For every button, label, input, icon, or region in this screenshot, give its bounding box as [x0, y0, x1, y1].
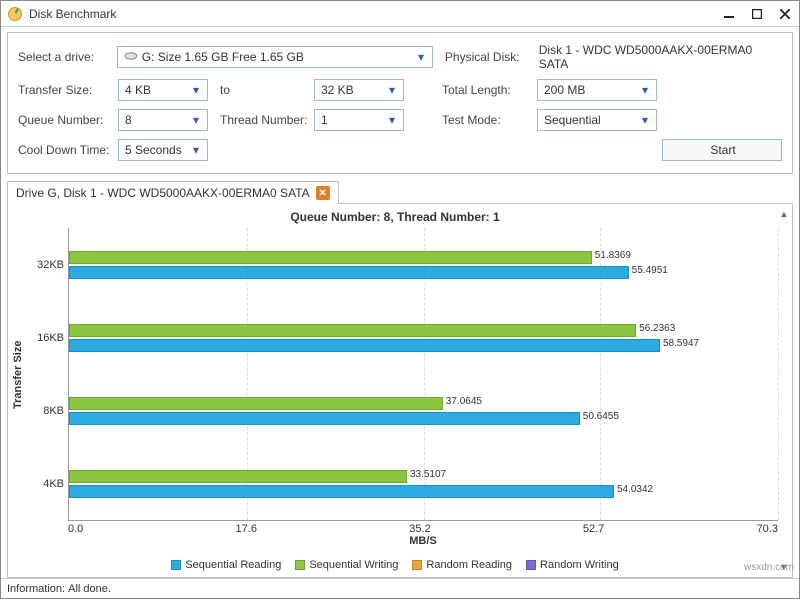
- settings-panel: Select a drive: G: Size 1.65 GB Free 1.6…: [7, 32, 793, 174]
- legend-rand-writing: Random Writing: [540, 559, 619, 571]
- status-text: All done.: [68, 583, 111, 595]
- label-transfer-size: Transfer Size:: [18, 83, 118, 97]
- drive-select[interactable]: G: Size 1.65 GB Free 1.65 GB ▾: [117, 46, 433, 68]
- cooldown-value: 5 Seconds: [125, 143, 182, 157]
- transfer-from-select[interactable]: 4 KB ▾: [118, 79, 208, 101]
- close-button[interactable]: [771, 1, 799, 27]
- legend-swatch-rand-reading: [412, 560, 422, 570]
- chart-x-label: MB/S: [68, 535, 778, 547]
- label-cool-down: Cool Down Time:: [18, 143, 118, 157]
- chart-bar: [69, 470, 407, 483]
- label-test-mode: Test Mode:: [442, 113, 537, 127]
- total-length-select[interactable]: 200 MB ▾: [537, 79, 657, 101]
- chart-x-tick: 17.6: [236, 523, 257, 535]
- transfer-from-value: 4 KB: [125, 83, 151, 97]
- chart-panel: ▲ ▼ Queue Number: 8, Thread Number: 1 Tr…: [7, 204, 793, 578]
- chart-bar-value: 33.5107: [410, 469, 446, 480]
- chart-bar: [69, 266, 629, 279]
- app-window: Disk Benchmark Select a drive: G: Size 1…: [0, 0, 800, 599]
- chart-bar: [69, 251, 592, 264]
- thread-number-select[interactable]: 1▾: [314, 109, 404, 131]
- label-total-length: Total Length:: [442, 83, 537, 97]
- window-title: Disk Benchmark: [29, 7, 116, 21]
- label-to: to: [208, 83, 314, 97]
- result-tab[interactable]: Drive G, Disk 1 - WDC WD5000AAKX-00ERMA0…: [7, 181, 339, 204]
- chart-x-tick: 35.2: [409, 523, 430, 535]
- chart-y-tick: 32KB: [37, 228, 64, 301]
- transfer-to-select[interactable]: 32 KB ▾: [314, 79, 404, 101]
- label-select-drive: Select a drive:: [18, 50, 117, 64]
- chart-bar-value: 37.0645: [446, 396, 482, 407]
- test-mode-value: Sequential: [544, 113, 601, 127]
- legend-swatch-seq-reading: [171, 560, 181, 570]
- chart-x-tick: 70.3: [757, 523, 778, 535]
- tabstrip: Drive G, Disk 1 - WDC WD5000AAKX-00ERMA0…: [7, 180, 793, 204]
- titlebar[interactable]: Disk Benchmark: [1, 1, 799, 27]
- legend-seq-writing: Sequential Writing: [309, 559, 398, 571]
- chart-y-axis: 32KB16KB8KB4KB: [28, 228, 68, 521]
- chart-y-label: Transfer Size: [12, 228, 28, 521]
- chart-x-tick: 0.0: [68, 523, 83, 535]
- chevron-down-icon: ▾: [189, 143, 203, 157]
- minimize-button[interactable]: [715, 1, 743, 27]
- chart-bar-value: 55.4951: [632, 265, 668, 276]
- chevron-down-icon: ▾: [385, 83, 399, 97]
- chart-bar-group: 51.836955.4951: [69, 250, 778, 281]
- cooldown-select[interactable]: 5 Seconds ▾: [118, 139, 208, 161]
- chart-bar-group: 33.5107 54.0342: [69, 469, 778, 500]
- chart-plot-area: 51.836955.4951 56.2363 58.5947 37.0645 50.64…: [68, 228, 778, 521]
- chart-y-tick: 4KB: [43, 448, 64, 521]
- chart-bar-value: 51.8369: [595, 250, 631, 261]
- label-queue-number: Queue Number:: [18, 113, 118, 127]
- chart-bar: [69, 339, 660, 352]
- drive-icon: [124, 50, 138, 64]
- chart-x-axis: 0.0 17.6 35.2 52.7 70.3 MB/S: [68, 521, 778, 555]
- app-icon: [7, 6, 23, 22]
- chart-bar-group: 37.0645 50.6455: [69, 396, 778, 427]
- watermark: wsxdn.com: [744, 562, 794, 573]
- close-tab-icon[interactable]: ✕: [316, 186, 330, 200]
- chart-bar-value: 50.6455: [583, 411, 619, 422]
- scroll-up-icon[interactable]: ▲: [778, 208, 790, 220]
- chart-bar-group: 56.2363 58.5947: [69, 323, 778, 354]
- physical-disk-value: Disk 1 - WDC WD5000AAKX-00ERMA0 SATA: [539, 43, 782, 71]
- chevron-down-icon: ▾: [385, 113, 399, 127]
- queue-number-value: 8: [125, 113, 132, 127]
- total-length-value: 200 MB: [544, 83, 585, 97]
- legend-seq-reading: Sequential Reading: [185, 559, 281, 571]
- start-button[interactable]: Start: [662, 139, 782, 161]
- label-physical-disk: Physical Disk:: [445, 50, 539, 64]
- chart-x-tick: 52.7: [583, 523, 604, 535]
- chart-bar: [69, 324, 636, 337]
- transfer-to-value: 32 KB: [321, 83, 354, 97]
- legend-rand-reading: Random Reading: [426, 559, 512, 571]
- chart-bar-value: 58.5947: [663, 338, 699, 349]
- chart-bar: [69, 485, 614, 498]
- maximize-button[interactable]: [743, 1, 771, 27]
- legend-swatch-rand-writing: [526, 560, 536, 570]
- queue-number-select[interactable]: 8▾: [118, 109, 208, 131]
- label-thread-number: Thread Number:: [208, 113, 314, 127]
- thread-number-value: 1: [321, 113, 328, 127]
- chart-bar-value: 54.0342: [617, 484, 653, 495]
- chevron-down-icon: ▾: [189, 113, 203, 127]
- chart-legend: Sequential Reading Sequential Writing Ra…: [12, 555, 778, 573]
- chevron-down-icon: ▾: [414, 50, 428, 64]
- legend-swatch-seq-writing: [295, 560, 305, 570]
- chart-y-tick: 8KB: [43, 375, 64, 448]
- chart-bar-value: 56.2363: [639, 323, 675, 334]
- chart-y-tick: 16KB: [37, 301, 64, 374]
- result-tab-label: Drive G, Disk 1 - WDC WD5000AAKX-00ERMA0…: [16, 186, 310, 200]
- statusbar: Information: All done.: [1, 578, 799, 598]
- status-label: Information:: [7, 583, 65, 595]
- test-mode-select[interactable]: Sequential ▾: [537, 109, 657, 131]
- chart-bar: [69, 397, 443, 410]
- chevron-down-icon: ▾: [638, 83, 652, 97]
- chart-title: Queue Number: 8, Thread Number: 1: [12, 210, 778, 224]
- start-button-label: Start: [710, 143, 735, 157]
- chart-bar: [69, 412, 580, 425]
- drive-select-value: G: Size 1.65 GB Free 1.65 GB: [142, 50, 304, 64]
- chevron-down-icon: ▾: [638, 113, 652, 127]
- chevron-down-icon: ▾: [189, 83, 203, 97]
